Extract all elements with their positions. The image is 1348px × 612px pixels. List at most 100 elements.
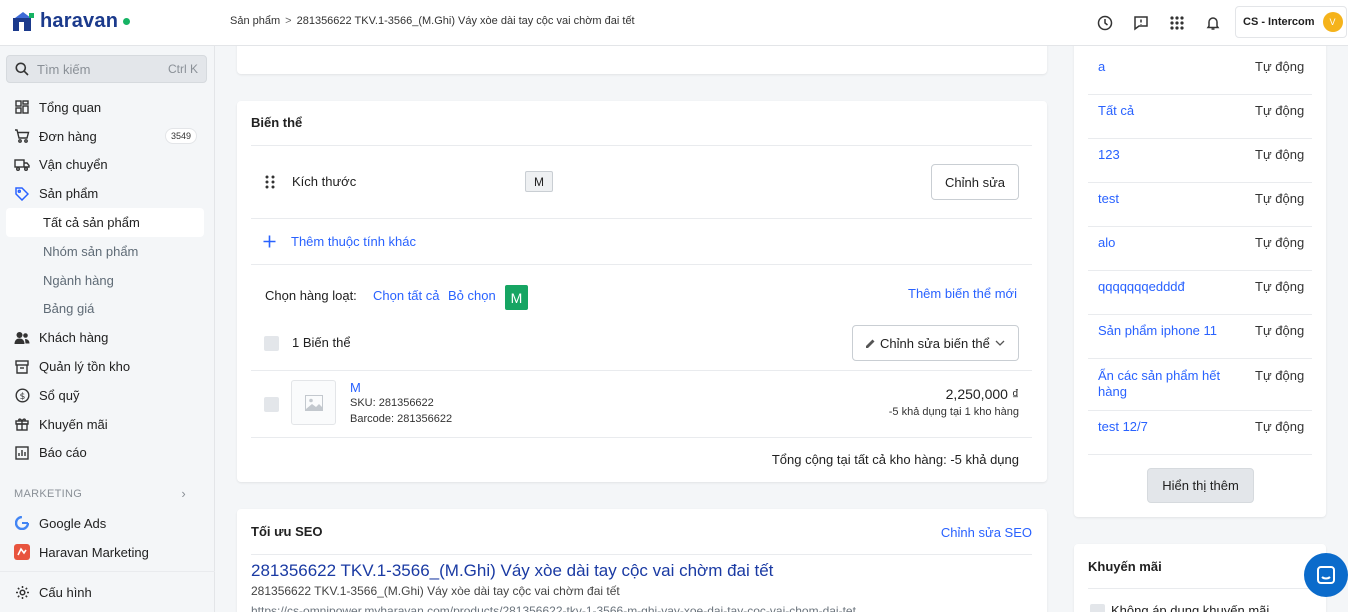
haravan-logo[interactable]: haravan bbox=[12, 10, 131, 33]
seo-preview-url: https://cs-omnipower.myharavan.com/produ… bbox=[251, 604, 856, 612]
feedback-icon[interactable] bbox=[1130, 12, 1152, 34]
edit-variants-button[interactable]: Chỉnh sửa biến thể bbox=[852, 325, 1019, 361]
collection-type: Tự động bbox=[1255, 59, 1305, 74]
divider bbox=[1088, 410, 1312, 411]
variant-price: 2,250,000 ₫ bbox=[945, 386, 1019, 402]
sidebar-item-label: Ngành hàng bbox=[43, 272, 114, 288]
sidebar-item-shipping[interactable]: Vận chuyển bbox=[0, 151, 215, 180]
order-count-badge: 3549 bbox=[164, 127, 197, 144]
sidebar-item-orders[interactable]: Đơn hàng 3549 bbox=[0, 122, 215, 151]
total-stock: Tổng cộng tại tất cả kho hàng: -5 khả dụ… bbox=[771, 452, 1019, 467]
search-input[interactable]: Tìm kiếm Ctrl K bbox=[6, 55, 207, 83]
sidebar-item-label: Khuyến mãi bbox=[39, 416, 108, 432]
deselect-link[interactable]: Bỏ chọn bbox=[448, 288, 496, 303]
collection-link[interactable]: 123 bbox=[1098, 147, 1223, 163]
add-option-link[interactable]: Thêm thuộc tính khác bbox=[291, 234, 416, 249]
variant-barcode: Barcode: 281356622 bbox=[350, 413, 453, 425]
sidebar-item-cashbook[interactable]: $ Sổ quỹ bbox=[0, 381, 215, 410]
divider bbox=[1088, 314, 1312, 315]
promotions-card bbox=[1074, 544, 1326, 612]
divider bbox=[251, 437, 1032, 438]
edit-seo-link[interactable]: Chỉnh sửa SEO bbox=[941, 525, 1032, 540]
sidebar-item-product-groups[interactable]: Nhóm sản phẩm bbox=[0, 237, 215, 266]
bell-icon[interactable] bbox=[1202, 12, 1224, 34]
no-promotion-label: Không áp dụng khuyến mãi bbox=[1111, 603, 1270, 612]
option-name: Kích thước bbox=[292, 174, 357, 189]
avatar: V bbox=[1322, 12, 1343, 32]
cash-icon: $ bbox=[14, 387, 30, 403]
history-icon[interactable] bbox=[1094, 12, 1116, 34]
inventory-icon bbox=[14, 359, 30, 375]
brand-name: haravan bbox=[40, 10, 119, 32]
collection-link[interactable]: qqqqqqqedddđ bbox=[1098, 279, 1223, 295]
sidebar-item-reports[interactable]: Báo cáo bbox=[0, 439, 215, 468]
variants-title: Biến thể bbox=[251, 115, 303, 130]
sidebar-item-categories[interactable]: Ngành hàng bbox=[0, 266, 215, 295]
show-more-button[interactable]: Hiển thị thêm bbox=[1147, 468, 1254, 503]
sidebar-item-price-list[interactable]: Bảng giá bbox=[0, 295, 215, 324]
collection-link[interactable]: test 12/7 bbox=[1098, 419, 1223, 435]
sidebar-item-customers[interactable]: Khách hàng bbox=[0, 323, 215, 352]
sidebar-nav: Tổng quan Đơn hàng 3549 Vận chuyển Sản ph… bbox=[0, 93, 215, 467]
apps-grid-icon[interactable] bbox=[1166, 12, 1188, 34]
select-all-link[interactable]: Chọn tất cả bbox=[373, 288, 440, 303]
no-promotion-checkbox[interactable] bbox=[1090, 604, 1105, 612]
breadcrumb: Sản phẩm >281356622 TKV.1-3566_(M.Ghi) Vá… bbox=[230, 15, 635, 27]
sidebar-item-label: Khách hàng bbox=[39, 330, 109, 346]
bulk-tag-m[interactable]: M bbox=[505, 285, 528, 310]
collection-link[interactable]: a bbox=[1098, 59, 1223, 75]
account-menu[interactable]: CS - Intercom V bbox=[1235, 6, 1347, 38]
collection-link[interactable]: Ẩn các sản phẩm hết hàng bbox=[1098, 368, 1223, 400]
sidebar-item-overview[interactable]: Tổng quan bbox=[0, 93, 215, 122]
chevron-down-icon bbox=[995, 340, 1005, 346]
tag-icon bbox=[14, 186, 30, 202]
cart-icon bbox=[14, 128, 30, 144]
breadcrumb-parent[interactable]: Sản phẩm bbox=[230, 15, 280, 27]
divider bbox=[1088, 454, 1312, 455]
breadcrumb-separator: > bbox=[285, 15, 292, 27]
variant-name-link[interactable]: M bbox=[350, 380, 361, 395]
select-all-checkbox[interactable] bbox=[264, 336, 279, 351]
image-placeholder-icon[interactable] bbox=[291, 380, 336, 425]
collection-link[interactable]: Tất cả bbox=[1098, 103, 1223, 119]
sidebar-item-products[interactable]: Sản phẩm bbox=[0, 179, 215, 208]
sidebar-item-promotions[interactable]: Khuyến mãi bbox=[0, 410, 215, 439]
sidebar-item-label: Cấu hình bbox=[39, 584, 92, 600]
sidebar-item-google-ads[interactable]: Google Ads bbox=[0, 509, 215, 538]
sidebar-item-haravan-marketing[interactable]: Haravan Marketing bbox=[0, 538, 215, 567]
variant-row-checkbox[interactable] bbox=[264, 397, 279, 412]
sidebar-item-label: Haravan Marketing bbox=[39, 544, 149, 560]
sidebar-item-label: Vận chuyển bbox=[39, 157, 108, 173]
sidebar-item-label: Tất cả sản phẩm bbox=[43, 215, 140, 231]
sidebar-divider bbox=[0, 571, 215, 572]
marketing-section-title[interactable]: MARKETING › bbox=[14, 486, 194, 501]
collection-link[interactable]: alo bbox=[1098, 235, 1223, 251]
option-value-tag: M bbox=[525, 171, 553, 192]
sidebar-item-label: Nhóm sản phẩm bbox=[43, 243, 139, 259]
sidebar-item-inventory[interactable]: Quản lý tồn kho bbox=[0, 352, 215, 381]
divider bbox=[251, 145, 1032, 146]
divider bbox=[1088, 270, 1312, 271]
chat-button[interactable] bbox=[1304, 553, 1348, 597]
sidebar-item-label: Báo cáo bbox=[39, 445, 87, 461]
divider bbox=[1088, 588, 1312, 589]
edit-option-button[interactable]: Chỉnh sửa bbox=[931, 164, 1019, 200]
divider bbox=[251, 370, 1032, 371]
collection-link[interactable]: test bbox=[1098, 191, 1223, 207]
add-variant-link[interactable]: Thêm biến thể mới bbox=[908, 286, 1017, 301]
gear-icon bbox=[14, 584, 30, 600]
dashboard-icon bbox=[14, 99, 30, 115]
sidebar-item-label: Sản phẩm bbox=[39, 186, 99, 202]
haravan-logo-icon bbox=[13, 11, 34, 31]
bulk-select-label: Chọn hàng loạt: bbox=[265, 288, 357, 303]
divider bbox=[1088, 94, 1312, 95]
sidebar-item-label: Google Ads bbox=[39, 515, 107, 531]
online-status-dot bbox=[123, 18, 131, 25]
sidebar-item-settings[interactable]: Cấu hình bbox=[0, 578, 215, 607]
promotions-title: Khuyến mãi bbox=[1088, 559, 1162, 574]
sidebar-item-label: Đơn hàng bbox=[39, 128, 97, 144]
plus-icon[interactable] bbox=[263, 235, 276, 251]
drag-handle-icon[interactable] bbox=[265, 175, 275, 192]
collection-link[interactable]: Sản phẩm iphone 11 bbox=[1098, 323, 1223, 339]
sidebar-item-all-products[interactable]: Tất cả sản phẩm bbox=[6, 208, 204, 237]
